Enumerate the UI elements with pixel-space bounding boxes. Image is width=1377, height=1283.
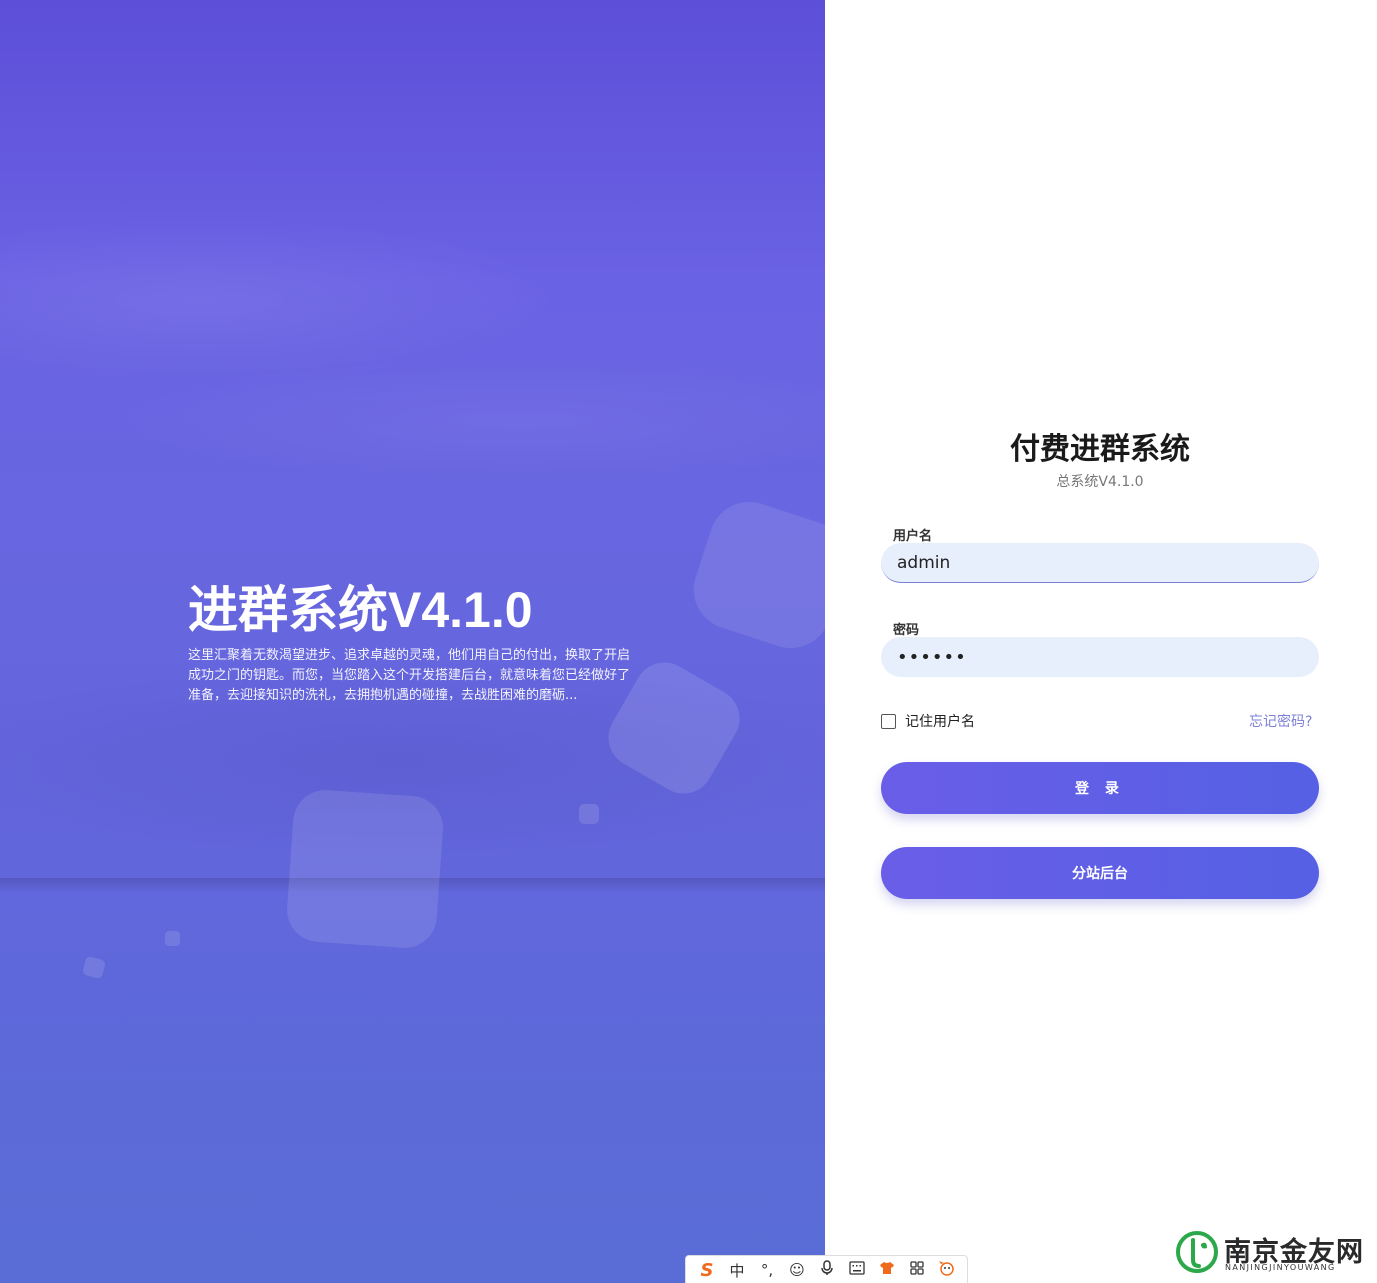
decor-square	[165, 931, 180, 946]
decor-square	[579, 804, 599, 824]
emoji-icon[interactable]: ☺	[782, 1261, 812, 1279]
ime-toolbar: S 中 °, ☺	[685, 1255, 968, 1283]
remember-label: 记住用户名	[905, 714, 975, 730]
remember-username[interactable]: 记住用户名	[881, 711, 975, 731]
substation-admin-button[interactable]: 分站后台	[881, 847, 1319, 899]
watermark: 南京金友网 NANJINGJINYOUWANG	[1175, 1228, 1375, 1280]
ime-mode-toggle[interactable]: 中	[722, 1260, 752, 1281]
password-label: 密码	[893, 623, 920, 638]
decor-square	[284, 787, 446, 951]
username-label: 用户名	[893, 529, 933, 544]
password-input[interactable]	[881, 637, 1319, 677]
ime-logo-icon[interactable]: S	[692, 1260, 722, 1281]
login-title: 付费进群系统	[1010, 432, 1190, 467]
keyboard-icon[interactable]	[842, 1261, 872, 1279]
login-panel: 付费进群系统 总系统V4.1.0 用户名 密码 记住用户名 忘记密码? 登 录 …	[825, 0, 1377, 1283]
watermark-pinyin: NANJINGJINYOUWANG	[1225, 1263, 1336, 1272]
background-sea	[0, 890, 825, 1283]
hero-description: 这里汇聚着无数渴望进步、追求卓越的灵魂，他们用自己的付出，换取了开启成功之门的钥…	[188, 648, 631, 703]
remember-checkbox[interactable]	[881, 713, 896, 729]
login-button[interactable]: 登 录	[881, 762, 1319, 814]
skin-icon[interactable]	[872, 1261, 902, 1279]
microphone-icon[interactable]	[812, 1260, 842, 1280]
mascot-icon[interactable]	[932, 1260, 962, 1280]
hero-title: 进群系统V4.1.0	[188, 582, 533, 638]
ime-punctuation-toggle[interactable]: °,	[752, 1261, 782, 1279]
grid-icon[interactable]	[902, 1261, 932, 1279]
forgot-password-link[interactable]: 忘记密码?	[1249, 711, 1312, 731]
username-input[interactable]	[881, 543, 1319, 583]
login-subtitle: 总系统V4.1.0	[1056, 474, 1144, 490]
hero-panel: 进群系统V4.1.0 这里汇聚着无数渴望进步、追求卓越的灵魂，他们用自己的付出，…	[0, 0, 825, 1283]
watermark-logo-icon	[1176, 1231, 1218, 1273]
